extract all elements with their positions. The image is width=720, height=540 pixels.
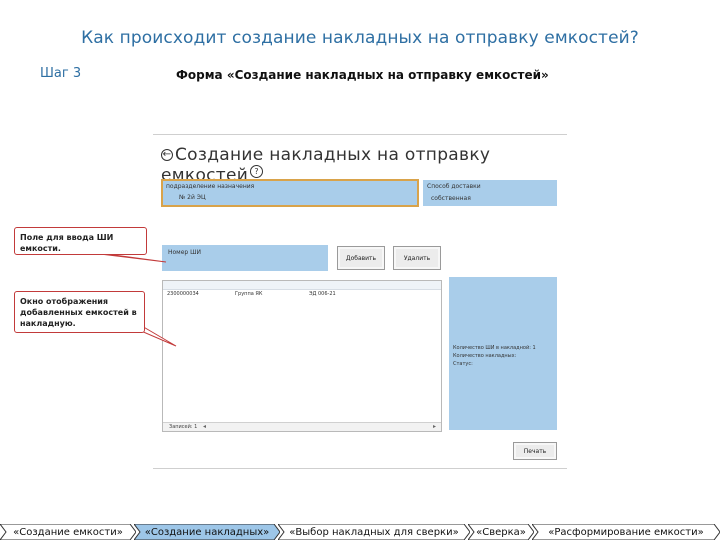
callout-leader-input: [99, 253, 167, 263]
nav-label: «Создание емкости»: [13, 526, 123, 538]
nav-item-create-waybills[interactable]: «Создание накладных»: [134, 524, 280, 540]
nav-item-select-waybills[interactable]: «Выбор накладных для сверки»: [278, 524, 470, 540]
nav-item-reconciliation[interactable]: «Сверка»: [468, 524, 534, 540]
nav-label: «Создание накладных»: [144, 526, 270, 538]
nav-item-disband-container[interactable]: «Расформирование емкости»: [532, 524, 720, 540]
nav-label: «Выбор накладных для сверки»: [289, 526, 459, 538]
callout-input-hint: Поле для ввода ШИ емкости.: [14, 227, 147, 255]
callout-list-hint: Окно отображения добавленных емкостей в …: [14, 291, 145, 333]
bottom-navigation: «Создание емкости» «Создание накладных» …: [0, 524, 720, 540]
nav-label: «Сверка»: [476, 526, 526, 538]
nav-item-create-container[interactable]: «Создание емкости»: [0, 524, 136, 540]
nav-label: «Расформирование емкости»: [548, 526, 704, 538]
callout-leaders: [99, 253, 177, 347]
